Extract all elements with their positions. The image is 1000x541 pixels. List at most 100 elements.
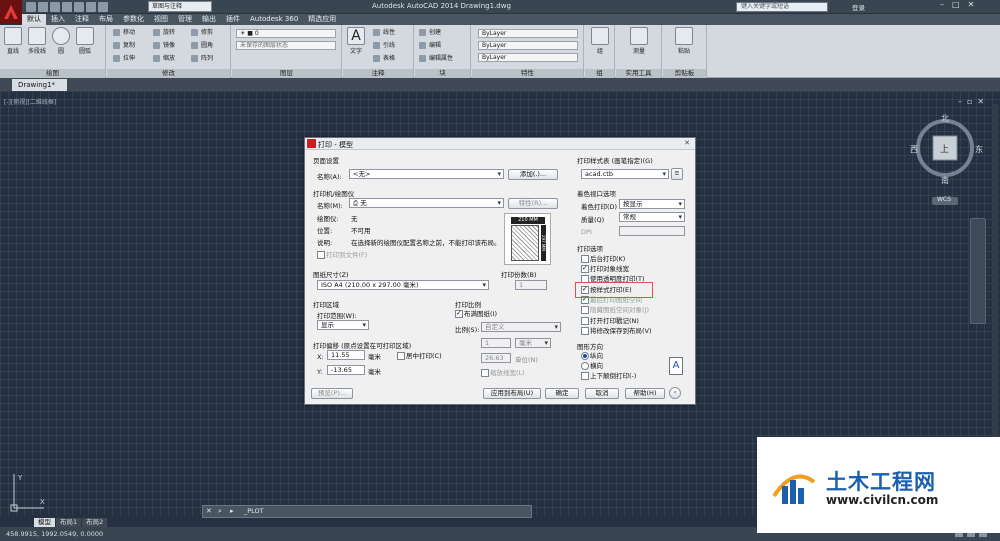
stretch-button[interactable]: 拉伸 xyxy=(113,54,135,63)
open-icon[interactable] xyxy=(38,2,48,12)
navigation-bar[interactable] xyxy=(970,218,986,324)
viewcube-west[interactable]: 西 xyxy=(910,144,918,155)
upside-down-checkbox[interactable]: 上下颠倒打印(-) xyxy=(581,372,636,380)
plot-stamp-checkbox[interactable]: 打开打印戳记(N) xyxy=(581,317,639,325)
background-plot-checkbox[interactable]: 后台打印(K) xyxy=(581,255,625,263)
tab-insert[interactable]: 插入 xyxy=(46,14,70,25)
plot-style-dropdown[interactable]: acad.ctb xyxy=(581,169,669,179)
scale-unit-dropdown[interactable]: 毫米 xyxy=(515,338,551,348)
hide-paperspace-objects-checkbox[interactable]: 隐藏图纸空间对象(J) xyxy=(581,306,649,314)
collapse-options-button[interactable]: ‹ xyxy=(669,387,681,399)
cancel-button[interactable]: 取消 xyxy=(585,388,619,399)
move-button[interactable]: 移动 xyxy=(113,28,135,37)
layer-dropdown[interactable]: ☀ ■ 0 xyxy=(236,29,336,38)
array-button[interactable]: 阵列 xyxy=(191,54,213,63)
panel-draw-label[interactable]: 绘图 xyxy=(0,69,105,78)
trim-button[interactable]: 修剪 xyxy=(191,28,213,37)
restore-icon[interactable]: ▫ xyxy=(967,97,972,106)
printer-name-dropdown[interactable]: ⎙ 无 xyxy=(349,198,504,208)
tab-manage[interactable]: 管理 xyxy=(173,14,197,25)
circle-button[interactable]: 圆 xyxy=(50,25,72,55)
portrait-radio[interactable]: 纵向 xyxy=(581,352,603,360)
dpi-input[interactable] xyxy=(619,226,685,236)
minimize-icon[interactable]: – xyxy=(958,97,962,106)
tab-default[interactable]: 默认 xyxy=(22,14,46,25)
tab-output[interactable]: 输出 xyxy=(197,14,221,25)
plot-what-dropdown[interactable]: 显示 xyxy=(317,320,369,330)
line-button[interactable]: 直线 xyxy=(2,25,24,55)
panel-layer-label[interactable]: 图层 xyxy=(232,69,341,78)
tab-autodesk360[interactable]: Autodesk 360 xyxy=(245,14,303,25)
scale-dropdown[interactable]: 自定义 xyxy=(481,322,561,332)
tab-parametric[interactable]: 参数化 xyxy=(118,14,149,25)
table-button[interactable]: 表格 xyxy=(373,54,395,63)
edit-block-button[interactable]: 编辑 xyxy=(419,41,441,50)
panel-modify-label[interactable]: 修改 xyxy=(107,69,230,78)
paste-button[interactable]: 粘贴 xyxy=(673,25,695,55)
tab-model[interactable]: 模型 xyxy=(34,518,55,527)
viewcube[interactable]: 北 南 东 西 上 WCS xyxy=(910,108,988,208)
application-menu-button[interactable] xyxy=(0,0,22,24)
fillet-button[interactable]: 圆角 xyxy=(191,41,213,50)
linear-button[interactable]: 线性 xyxy=(373,28,395,37)
minimize-icon[interactable]: – xyxy=(940,0,944,9)
polyline-button[interactable]: 多段线 xyxy=(26,25,48,55)
panel-properties-label[interactable]: 特性 xyxy=(472,69,583,78)
group-button[interactable]: 组 xyxy=(589,25,611,55)
tab-layout1[interactable]: 布局1 xyxy=(56,518,82,527)
apply-to-layout-button[interactable]: 应用到布局(U) xyxy=(483,388,541,399)
tab-layout2[interactable]: 布局2 xyxy=(82,518,108,527)
plot-lineweights-checkbox[interactable]: 打印对象线宽 xyxy=(581,264,629,273)
landscape-radio[interactable]: 横向 xyxy=(581,362,603,370)
color-dropdown[interactable]: ByLayer xyxy=(478,29,578,38)
arc-button[interactable]: 圆弧 xyxy=(74,25,96,55)
viewcube-north[interactable]: 北 xyxy=(941,113,949,124)
document-tab[interactable]: Drawing1* xyxy=(12,79,67,91)
scale-value2-input[interactable]: 26.63 xyxy=(481,353,511,363)
wcs-menu[interactable]: WCS xyxy=(937,196,951,203)
ok-button[interactable]: 确定 xyxy=(545,388,579,399)
workspace-dropdown[interactable]: 草图与注释 xyxy=(148,1,212,12)
measure-button[interactable]: 测量 xyxy=(628,25,650,55)
new-icon[interactable] xyxy=(26,2,36,12)
offset-x-input[interactable]: 11.55 xyxy=(327,350,365,360)
saveas-icon[interactable] xyxy=(62,2,72,12)
copies-input[interactable]: 1 xyxy=(515,280,547,290)
layer-state-dropdown[interactable]: 未保存的图层状态 xyxy=(236,41,336,50)
panel-annotation-label[interactable]: 注释 xyxy=(343,69,413,78)
edit-plot-style-button[interactable]: ≡ xyxy=(671,168,683,180)
printer-properties-button[interactable]: 特性(R)... xyxy=(508,198,558,209)
fit-to-paper-checkbox[interactable]: 布满图纸(I) xyxy=(455,309,497,318)
add-page-setup-button[interactable]: 添加(.)... xyxy=(508,169,558,180)
save-icon[interactable] xyxy=(50,2,60,12)
tab-plugins[interactable]: 插件 xyxy=(221,14,245,25)
print-to-file-checkbox[interactable]: 打印到文件(F) xyxy=(317,251,367,259)
login-button[interactable]: 登录 xyxy=(852,2,865,12)
quality-dropdown[interactable]: 常规 xyxy=(619,212,685,222)
redo-icon[interactable] xyxy=(98,2,108,12)
scale-lineweights-checkbox[interactable]: 缩放线宽(L) xyxy=(481,369,525,377)
mirror-button[interactable]: 镜像 xyxy=(153,41,175,50)
panel-utilities-label[interactable]: 实用工具 xyxy=(616,69,661,78)
viewcube-east[interactable]: 东 xyxy=(975,144,983,155)
close-icon[interactable]: ✕ xyxy=(968,0,975,9)
tab-featured-apps[interactable]: 精选应用 xyxy=(303,14,341,25)
rotate-button[interactable]: 旋转 xyxy=(153,28,175,37)
plot-icon[interactable] xyxy=(74,2,84,12)
linetype-dropdown[interactable]: ByLayer xyxy=(478,41,578,50)
tab-annotate[interactable]: 注释 xyxy=(70,14,94,25)
scale-button[interactable]: 缩放 xyxy=(153,54,175,63)
shade-plot-dropdown[interactable]: 按显示 xyxy=(619,199,685,209)
center-plot-checkbox[interactable]: 居中打印(C) xyxy=(397,352,442,360)
panel-block-label[interactable]: 块 xyxy=(415,69,470,78)
close-icon[interactable]: ✕ xyxy=(206,507,214,515)
tab-layout[interactable]: 布局 xyxy=(94,14,118,25)
maximize-icon[interactable]: □ xyxy=(952,0,960,9)
offset-y-input[interactable]: -13.65 xyxy=(327,365,365,375)
leader-button[interactable]: 引线 xyxy=(373,41,395,50)
page-setup-name-dropdown[interactable]: <无> xyxy=(349,169,504,179)
viewcube-top-face[interactable]: 上 xyxy=(940,142,949,155)
search-icon[interactable]: ⌕ xyxy=(218,507,226,515)
undo-icon[interactable] xyxy=(86,2,96,12)
tab-view[interactable]: 视图 xyxy=(149,14,173,25)
